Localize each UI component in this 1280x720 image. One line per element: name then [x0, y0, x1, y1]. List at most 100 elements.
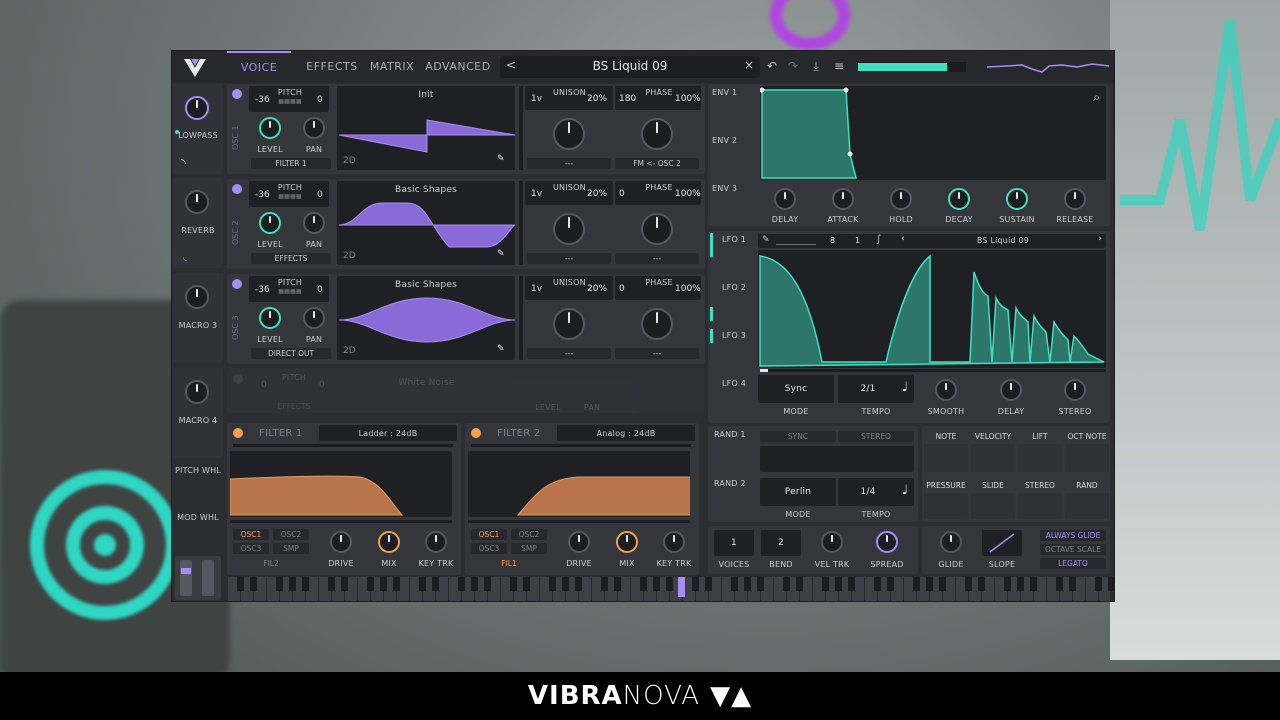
legato-toggle[interactable]: LEGATO [1040, 558, 1106, 569]
zoom-icon[interactable]: ⌕ [1093, 90, 1100, 105]
lfo-graph[interactable] [758, 250, 1106, 368]
env-hold-knob[interactable] [890, 188, 912, 210]
osc-2-enable[interactable] [232, 184, 242, 194]
menu-icon[interactable]: ≡ [832, 59, 846, 73]
spread-knob[interactable] [876, 531, 898, 553]
osc-2-level-knob[interactable] [259, 212, 281, 234]
osc-1-detune[interactable]: 20% [587, 94, 607, 104]
osc-3-phase-value[interactable]: 0 [619, 284, 625, 294]
osc-1-edit-icon[interactable]: ✎ [497, 154, 505, 164]
osc-2-route-select[interactable]: EFFECTS [251, 253, 331, 264]
sampler-wave[interactable]: White Noise [339, 378, 514, 388]
osc-3-mod-left[interactable]: --- [527, 348, 611, 359]
osc-2-detune[interactable]: 20% [587, 189, 607, 199]
osc-2-mod-right[interactable]: --- [615, 253, 699, 264]
undo-icon[interactable]: ↶ [765, 59, 779, 73]
black-key[interactable] [874, 577, 881, 591]
osc-3-mode[interactable]: 2D [343, 346, 356, 356]
tab-lfo-3[interactable]: LFO 3 [722, 331, 752, 340]
black-key[interactable] [367, 577, 374, 591]
filter-1-enable[interactable] [233, 428, 243, 438]
macro-lowpass-source-icon[interactable]: ◝ [181, 156, 186, 170]
black-key[interactable] [562, 577, 569, 591]
black-key[interactable] [1004, 577, 1011, 591]
osc-2-unison-knob[interactable] [553, 213, 585, 245]
filter-2-keytrk-knob[interactable] [663, 531, 685, 553]
black-key[interactable] [484, 577, 491, 591]
note-icon[interactable]: ♩ [902, 380, 908, 395]
tab-lfo-1[interactable]: LFO 1 [722, 235, 752, 244]
filter-1-mix-knob[interactable] [378, 531, 400, 553]
osc-3-route-select[interactable]: DIRECT OUT [251, 348, 331, 359]
env-delay-knob[interactable] [774, 188, 796, 210]
black-key[interactable] [575, 577, 582, 591]
black-key[interactable] [848, 577, 855, 591]
osc-3-semi[interactable]: 0 [317, 285, 323, 295]
black-key[interactable] [978, 577, 985, 591]
filter-2-input-chain[interactable]: FIL1 [471, 558, 547, 569]
filter-2-graph[interactable] [468, 451, 693, 517]
envelope-graph[interactable]: ⌕ [759, 86, 1106, 180]
osc-2-edit-icon[interactable]: ✎ [497, 249, 505, 259]
black-key[interactable] [419, 577, 426, 591]
black-key[interactable] [666, 577, 673, 591]
black-key[interactable] [302, 577, 309, 591]
mod-source-slide[interactable]: SLIDE [971, 481, 1015, 490]
osc-3-phase-knob[interactable] [641, 308, 673, 340]
black-key[interactable] [601, 577, 608, 591]
osc-1-wavetable[interactable]: Init 2D ✎ [337, 86, 515, 170]
always-glide-toggle[interactable]: ALWAYS GLIDE [1040, 530, 1106, 541]
black-key[interactable] [289, 577, 296, 591]
black-key[interactable] [250, 577, 257, 591]
random-stereo-button[interactable]: STEREO [838, 431, 914, 442]
tab-env-3[interactable]: ENV 3 [712, 184, 754, 193]
lfo-tempo-box[interactable]: 2/1 ♩ [838, 375, 914, 403]
black-key[interactable] [1069, 577, 1076, 591]
osc-1-scrollbar[interactable] [519, 86, 523, 170]
osc-1-enable[interactable] [232, 89, 242, 99]
filter-1-input-smp[interactable]: SMP [273, 543, 309, 554]
voices-box[interactable]: 1 [714, 530, 754, 556]
mod-source-lift[interactable]: LIFT [1018, 432, 1062, 441]
tab-matrix[interactable]: MATRIX [362, 51, 422, 83]
filter-1-input-chain[interactable]: FIL2 [233, 558, 309, 569]
macro-reverb-source-icon[interactable]: ◟ [183, 252, 187, 263]
black-key[interactable] [380, 577, 387, 591]
bend-box[interactable]: 2 [761, 530, 801, 556]
osc-3-level-knob[interactable] [259, 307, 281, 329]
tab-lfo-4[interactable]: LFO 4 [722, 379, 752, 388]
black-key[interactable] [705, 577, 712, 591]
filter-1-input-osc2[interactable]: OSC2 [273, 529, 309, 540]
filter-2-input-osc1[interactable]: OSC1 [471, 529, 507, 540]
lfo-grid-y[interactable]: 1 [855, 236, 860, 245]
osc-2-octave[interactable]: -36 [255, 190, 270, 200]
osc-3-scrollbar[interactable] [519, 276, 523, 360]
mod-source-stereo[interactable]: STEREO [1018, 481, 1062, 490]
osc-2-voices[interactable]: 1v [531, 189, 542, 199]
black-key[interactable] [653, 577, 660, 591]
env-attack-knob[interactable] [832, 188, 854, 210]
tab-env-2[interactable]: ENV 2 [712, 136, 754, 145]
black-key[interactable] [796, 577, 803, 591]
osc-3-voices[interactable]: 1v [531, 284, 542, 294]
osc-3-pan-knob[interactable] [303, 307, 325, 329]
osc-3-enable[interactable] [232, 279, 242, 289]
black-key[interactable] [523, 577, 530, 591]
glide-knob[interactable] [940, 531, 962, 553]
filter-2-enable[interactable] [471, 428, 481, 438]
osc-3-wavetable[interactable]: Basic Shapes 2D ✎ [337, 276, 515, 360]
osc-1-mod-right[interactable]: FM <- OSC 2 [615, 158, 699, 169]
osc-3-unison-knob[interactable] [553, 308, 585, 340]
tab-rand-2[interactable]: RAND 2 [714, 479, 754, 488]
osc-2-wavetable[interactable]: Basic Shapes 2D ✎ [337, 181, 515, 265]
osc-1-unison-knob[interactable] [553, 118, 585, 150]
sampler-octave[interactable]: 0 [261, 380, 267, 390]
tab-lfo-2[interactable]: LFO 2 [722, 283, 752, 292]
random-mode-box[interactable]: Perlin [760, 478, 836, 506]
active-key[interactable] [678, 577, 685, 597]
black-key[interactable] [614, 577, 621, 591]
black-key[interactable] [237, 577, 244, 591]
black-key[interactable] [1030, 577, 1037, 591]
osc-2-mode[interactable]: 2D [343, 251, 356, 261]
filter-1-type-select[interactable]: Ladder : 24dB [319, 425, 457, 441]
